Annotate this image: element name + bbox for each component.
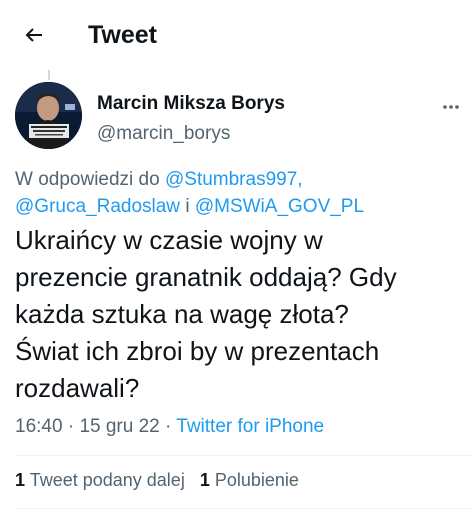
tweet-text-line: Świat ich zbroi by w prezentach (15, 336, 380, 366)
reply-conjunction: i (185, 196, 190, 217)
likes-label: Polubienie (214, 470, 299, 490)
divider (15, 455, 474, 456)
tweet-time[interactable]: 16:40 (15, 416, 63, 437)
retweets-count: 1 (15, 470, 26, 490)
reply-prefix: W odpowiedzi do (15, 169, 160, 190)
arrow-left-icon (25, 28, 42, 42)
retweets-label: Tweet podany dalej (29, 470, 185, 490)
avatar[interactable] (15, 82, 82, 149)
tweet-text-line: Ukraińcy w czasie wojny w (15, 225, 323, 255)
profile-photo-icon (15, 82, 82, 149)
more-dots-icon (443, 105, 459, 109)
back-button[interactable] (16, 17, 52, 53)
divider (15, 508, 474, 509)
mention-link[interactable]: @Stumbras997, (165, 169, 303, 190)
meta-separator: · (67, 416, 75, 437)
tweet-metadata: 16:40 · 15 gru 22 · Twitter for iPhone (15, 416, 324, 438)
tweet-source-link[interactable]: Twitter for iPhone (176, 416, 324, 437)
author-name[interactable]: Marcin Miksza Borys (97, 93, 285, 115)
meta-separator: · (165, 416, 172, 437)
top-bar: Tweet (0, 0, 474, 70)
mention-link[interactable]: @Gruca_Radoslaw (15, 196, 180, 217)
likes-stat[interactable]: 1 Polubienie (200, 470, 299, 490)
tweet-date[interactable]: 15 gru 22 (79, 416, 159, 437)
tweet-text-line: prezencie granatnik oddają? Gdy (15, 262, 397, 292)
tweet-text: Ukraińcy w czasie wojny w prezencie gran… (15, 222, 465, 407)
more-options-button[interactable] (436, 92, 466, 122)
retweets-stat[interactable]: 1 Tweet podany dalej (15, 470, 185, 490)
thread-connector-line (48, 70, 50, 80)
page-title: Tweet (88, 21, 157, 49)
engagement-stats: 1 Tweet podany dalej 1 Polubienie (15, 470, 299, 491)
mention-link[interactable]: @MSWiA_GOV_PL (195, 196, 364, 217)
tweet-text-line: rozdawali? (15, 373, 140, 403)
tweet-text-line: każda sztuka na wagę złota? (15, 299, 349, 329)
author-handle[interactable]: @marcin_borys (97, 123, 230, 145)
likes-count: 1 (199, 470, 210, 490)
reply-context: W odpowiedzi do @Stumbras997, @Gruca_Rad… (15, 166, 465, 220)
